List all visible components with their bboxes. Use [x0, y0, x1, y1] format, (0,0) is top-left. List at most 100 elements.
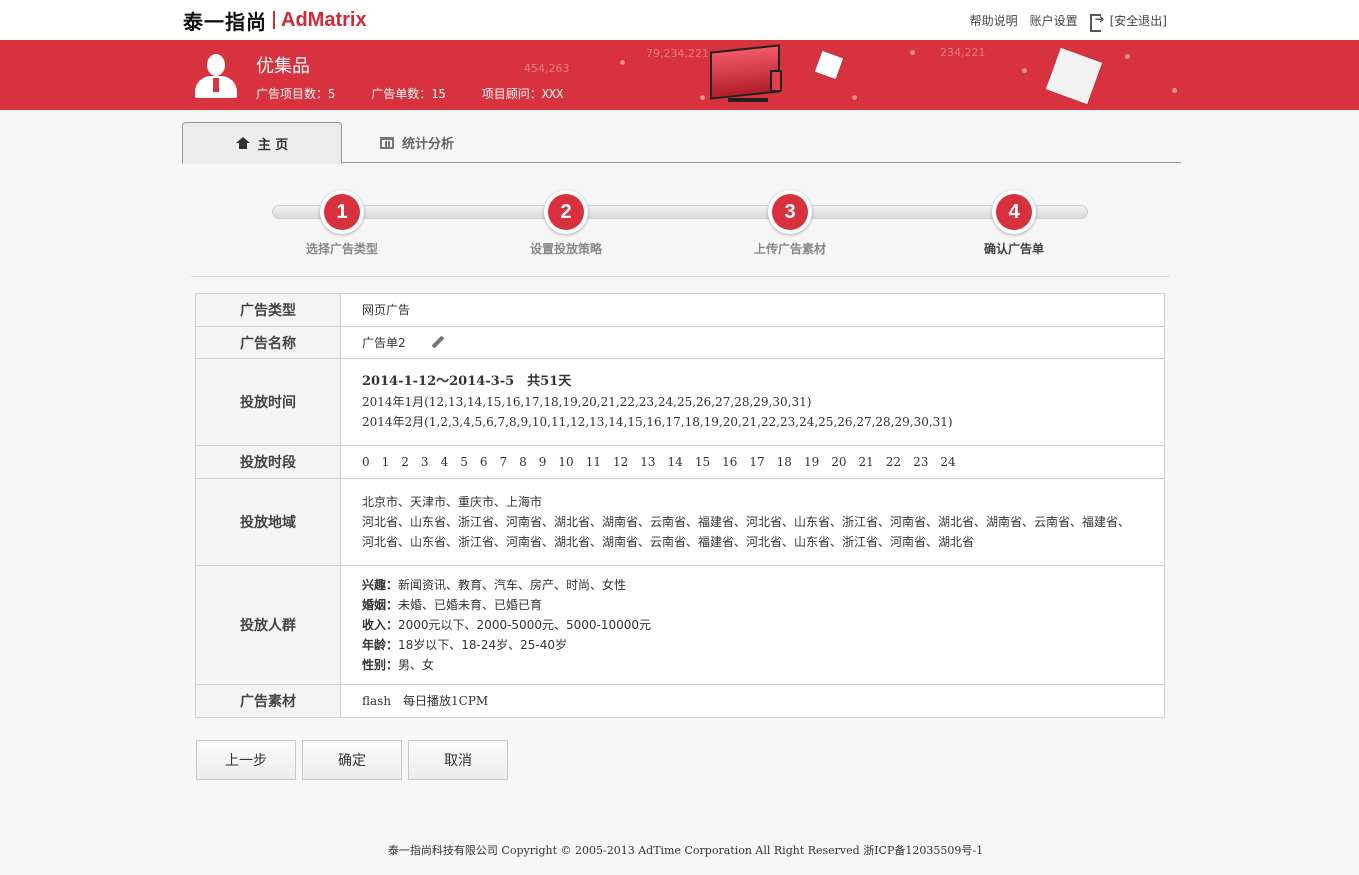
hour-value: 7	[499, 455, 508, 469]
hour-value: 18	[776, 455, 792, 469]
order-count: 广告单数：15	[371, 87, 446, 101]
step-1: 1 选择广告类型	[272, 190, 412, 257]
tab-home-label: 主 页	[257, 137, 289, 153]
hour-value: 1	[381, 455, 390, 469]
table-row: 广告素材 flash 每日播放1CPM	[195, 684, 1165, 718]
regions-cell: 北京市、天津市、重庆市、上海市 河北省、山东省、浙江省、河南省、湖北省、湖南省、…	[340, 478, 1165, 566]
row-label: 投放人群	[195, 565, 341, 685]
network-dot	[1172, 88, 1177, 93]
home-icon	[235, 137, 250, 149]
hour-value: 10	[558, 455, 574, 469]
hour-value: 3	[420, 455, 429, 469]
hour-value: 16	[722, 455, 738, 469]
step-3: 3 上传广告素材	[720, 190, 860, 257]
step-label: 确认广告单	[983, 242, 1044, 256]
chart-icon	[379, 136, 394, 149]
income-line: 收入：2000元以下、2000-5000元、5000-10000元	[362, 618, 652, 632]
account-stats: 广告项目数：5 广告单数：15 项目顾问：XXX	[256, 85, 599, 102]
step-number: 1	[324, 194, 360, 230]
january-days: 2014年1月(12,13,14,15,16,17,18,19,20,21,22…	[362, 395, 812, 409]
table-row: 广告类型 网页广告	[195, 293, 1165, 327]
regions-line: 北京市、天津市、重庆市、上海市	[362, 495, 543, 509]
logo-chinese: 泰一指尚	[183, 9, 267, 34]
cube-illustration	[814, 50, 844, 80]
account-settings-link[interactable]: 账户设置	[1030, 12, 1078, 29]
hour-value: 9	[538, 455, 547, 469]
gender-line: 性别：男、女	[362, 658, 435, 672]
help-link[interactable]: 帮助说明	[970, 12, 1018, 29]
previous-step-button[interactable]: 上一步	[196, 740, 296, 780]
row-label: 投放时间	[195, 358, 341, 446]
hour-value: 24	[940, 455, 956, 469]
step-number: 3	[772, 194, 808, 230]
material-value: flash 每日播放1CPM	[340, 684, 1165, 718]
table-row: 投放时段 0 1 2 3 4 5 6 7 8 9 10 11 12 13 14 15 16 17 18 19 20 21 2…	[195, 445, 1165, 479]
top-links: 帮助说明 账户设置 [安全退出]	[958, 12, 1167, 32]
interest-line: 兴趣：新闻资讯、教育、汽车、房产、时尚、女性	[362, 578, 627, 592]
row-label: 广告名称	[195, 326, 341, 359]
date-range: 2014-1-12～2014-3-5 共51天	[362, 374, 572, 389]
section-divider	[191, 276, 1170, 277]
step-4: 4 确认广告单	[944, 190, 1084, 257]
step-label: 上传广告素材	[753, 242, 826, 256]
edit-pencil-icon[interactable]	[431, 336, 445, 350]
logout-icon[interactable]	[1089, 12, 1106, 32]
tab-statistics-label: 统计分析	[401, 137, 454, 152]
account-name: 优集品	[256, 56, 310, 77]
project-count: 广告项目数：5	[256, 87, 336, 101]
row-label: 广告类型	[195, 293, 341, 327]
schedule-cell: 2014-1-12～2014-3-5 共51天 2014年1月(12,13,14…	[340, 358, 1165, 446]
audience-cell: 兴趣：新闻资讯、教育、汽车、房产、时尚、女性 婚姻：未婚、已婚未育、已婚已育 收…	[340, 565, 1165, 685]
tab-statistics[interactable]: 统计分析	[372, 122, 462, 163]
network-dot	[620, 60, 625, 65]
tab-home[interactable]: 主 页	[182, 122, 342, 164]
hours-cell: 0 1 2 3 4 5 6 7 8 9 10 11 12 13 14 15 16 17 18 19 20 21 22 23 24	[340, 445, 1165, 479]
ad-name-value: 广告单2	[362, 335, 406, 350]
age-line: 年龄：18岁以下、18-24岁、25-40岁	[362, 638, 568, 652]
regions-line: 河北省、山东省、浙江省、河南省、湖北省、湖南省、云南省、福建省、河北省、山东省、…	[362, 535, 975, 549]
ad-name-cell: 广告单2	[340, 326, 1165, 359]
hour-value: 4	[440, 455, 449, 469]
regions-line: 河北省、山东省、浙江省、河南省、湖北省、湖南省、云南省、福建省、河北省、山东省、…	[362, 515, 1131, 529]
step-number: 2	[548, 194, 584, 230]
top-bar: 泰一指尚 AdMatrix 帮助说明 账户设置 [安全退出]	[0, 0, 1359, 40]
hour-value: 22	[885, 455, 902, 469]
logo[interactable]: 泰一指尚 AdMatrix	[183, 8, 367, 34]
hour-value: 19	[803, 455, 820, 469]
footer-copyright: 泰一指尚科技有限公司 Copyright © 2005-2013 AdTime …	[387, 844, 984, 857]
hour-value: 13	[640, 455, 656, 469]
row-label: 投放时段	[195, 445, 341, 479]
network-dot	[910, 50, 915, 55]
confirm-button[interactable]: 确定	[302, 740, 402, 780]
table-row: 投放人群 兴趣：新闻资讯、教育、汽车、房产、时尚、女性 婚姻：未婚、已婚未育、已…	[195, 565, 1165, 685]
step-label: 设置投放策略	[529, 242, 602, 256]
monitor-stand-illustration	[728, 98, 768, 102]
hour-value: 17	[749, 455, 765, 469]
table-row: 广告名称 广告单2	[195, 326, 1165, 359]
phone-illustration	[770, 70, 782, 92]
account-banner: 79,234,221 454,263 234,221 优集品 广告项目数：5 广…	[0, 40, 1359, 110]
network-dot	[700, 95, 705, 100]
decorative-number: 234,221	[940, 46, 986, 59]
logo-separator	[273, 11, 275, 29]
february-days: 2014年2月(1,2,3,4,5,6,7,8,9,10,11,12,13,14…	[362, 415, 953, 429]
logo-english: AdMatrix	[281, 8, 367, 31]
network-dot	[1125, 54, 1130, 59]
row-label: 广告素材	[195, 684, 341, 718]
cancel-button[interactable]: 取消	[408, 740, 508, 780]
hour-value: 6	[479, 455, 488, 469]
hour-value: 23	[913, 455, 929, 469]
table-row: 投放时间 2014-1-12～2014-3-5 共51天 2014年1月(12,…	[195, 358, 1165, 446]
logout-link[interactable]: [安全退出]	[1110, 12, 1167, 29]
hour-value: 14	[667, 455, 683, 469]
ad-type-value: 网页广告	[340, 293, 1165, 327]
hour-value: 5	[460, 455, 468, 469]
hour-value: 2	[401, 455, 409, 469]
step-number: 4	[996, 194, 1032, 230]
user-avatar-icon	[195, 52, 237, 100]
project-advisor: 项目顾问：XXX	[481, 87, 564, 101]
hour-value: 15	[694, 455, 711, 469]
hour-value: 21	[858, 455, 874, 469]
hour-value: 8	[519, 455, 527, 469]
decorative-number: 79,234,221	[646, 47, 709, 60]
